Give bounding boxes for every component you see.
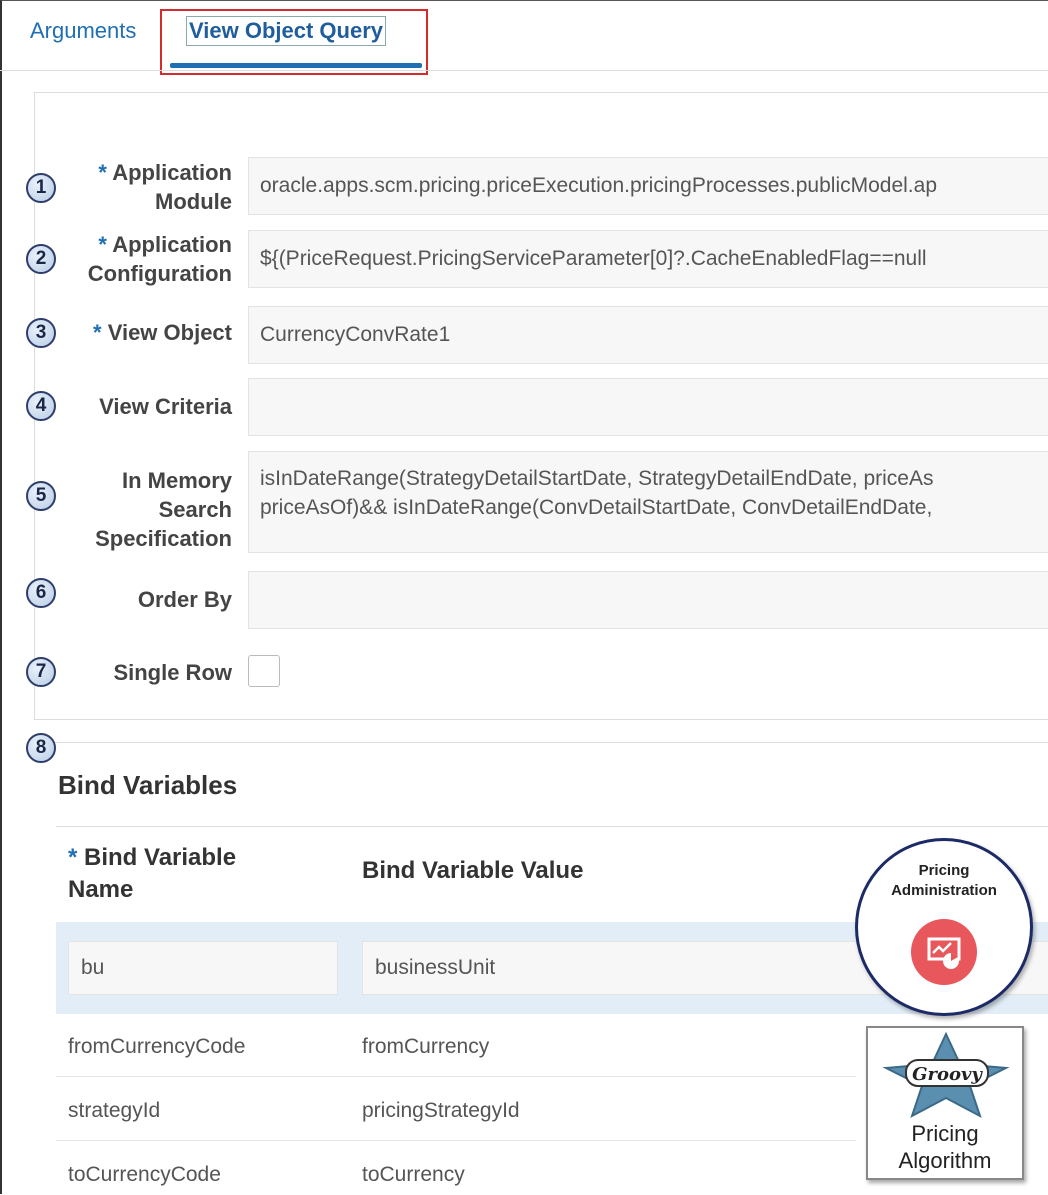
order-by-field[interactable]: [248, 571, 1048, 629]
view-criteria-field[interactable]: [248, 378, 1048, 436]
view-criteria-label: View Criteria: [99, 394, 232, 419]
callout-1: 1: [26, 173, 56, 203]
row-divider: [56, 1076, 856, 1077]
order-by-label: Order By: [137, 587, 232, 612]
pricing-chart-icon: [911, 919, 977, 985]
table-cell-value: pricingStrategyId: [362, 1099, 520, 1122]
view-object-field[interactable]: CurrencyConvRate1: [248, 306, 1048, 364]
callout-4: 4: [26, 391, 56, 421]
bind-name-input[interactable]: bu: [68, 941, 338, 995]
svg-text:Groovy: Groovy: [912, 1064, 983, 1085]
table-cell-value: toCurrency: [362, 1163, 465, 1186]
callout-3: 3: [26, 318, 56, 348]
pricing-administration-badge: Pricing Administration: [855, 838, 1033, 1016]
in-memory-search-label: In Memory Search Specification: [95, 468, 232, 551]
required-mark: *: [98, 160, 107, 185]
callout-8: 8: [26, 733, 56, 763]
callout-5: 5: [26, 481, 56, 511]
required-mark: *: [98, 232, 107, 257]
bind-variables-title: Bind Variables: [58, 770, 238, 800]
column-header-name[interactable]: * Bind Variable Name: [68, 842, 236, 906]
tab-divider: [0, 70, 1048, 71]
application-module-label: * Application Module: [98, 160, 232, 214]
application-configuration-label: * Application Configuration: [87, 232, 232, 286]
single-row-label: Single Row: [113, 660, 232, 685]
callout-6: 6: [26, 578, 56, 608]
in-memory-search-field[interactable]: isInDateRange(StrategyDetailStartDate, S…: [248, 451, 1048, 553]
table-cell-value: fromCurrency: [362, 1035, 490, 1058]
active-tab-indicator: [170, 63, 422, 68]
application-configuration-field[interactable]: ${(PriceRequest.PricingServiceParameter[…: [248, 230, 1048, 288]
pricing-algorithm-badge: Groovy Pricing Algorithm: [866, 1026, 1024, 1180]
callout-7: 7: [26, 657, 56, 687]
table-cell-name: toCurrencyCode: [68, 1163, 221, 1186]
tab-arguments[interactable]: Arguments: [30, 18, 136, 44]
row-divider: [56, 1140, 856, 1141]
application-module-field[interactable]: oracle.apps.scm.pricing.priceExecution.p…: [248, 157, 1048, 215]
table-cell-name: fromCurrencyCode: [68, 1035, 246, 1058]
section-divider: [34, 742, 1048, 743]
table-cell-name: strategyId: [68, 1099, 161, 1122]
groovy-logo-icon: Groovy: [882, 1031, 1010, 1119]
table-header-divider: [56, 826, 1048, 827]
column-header-value[interactable]: Bind Variable Value: [362, 857, 583, 885]
required-mark: *: [93, 320, 102, 345]
callout-2: 2: [26, 244, 56, 274]
single-row-checkbox[interactable]: [248, 655, 280, 687]
view-object-label: * View Object: [93, 320, 232, 345]
